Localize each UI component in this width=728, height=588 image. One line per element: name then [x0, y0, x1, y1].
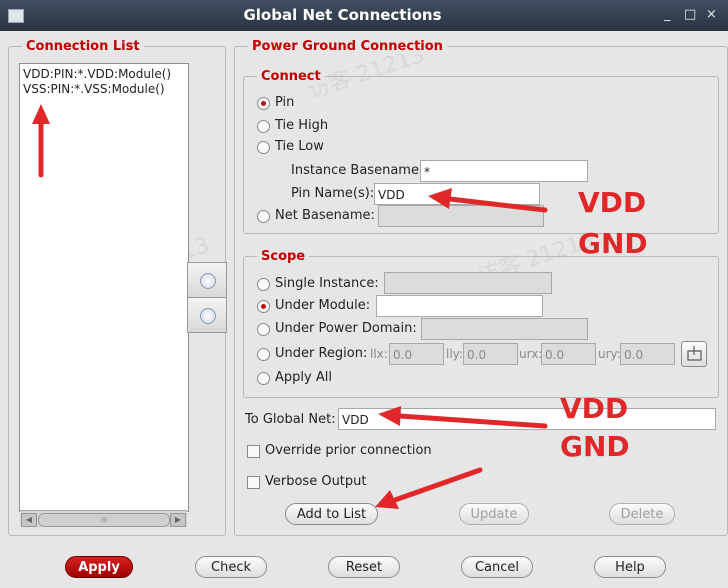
annotation-text: GND: [560, 430, 630, 463]
annotation-arrow: [392, 467, 483, 503]
annotation-arrow: [397, 413, 548, 429]
annotation-arrowhead: [428, 188, 452, 209]
annotation-arrowhead: [378, 406, 401, 426]
annotation-overlay: [32, 104, 548, 509]
annotation-arrow: [447, 196, 548, 213]
annotation-text: GND: [578, 227, 648, 260]
annotation-text: VDD: [578, 186, 647, 219]
annotation-text: VDD: [560, 392, 629, 425]
annotation-arrowhead: [32, 104, 50, 124]
